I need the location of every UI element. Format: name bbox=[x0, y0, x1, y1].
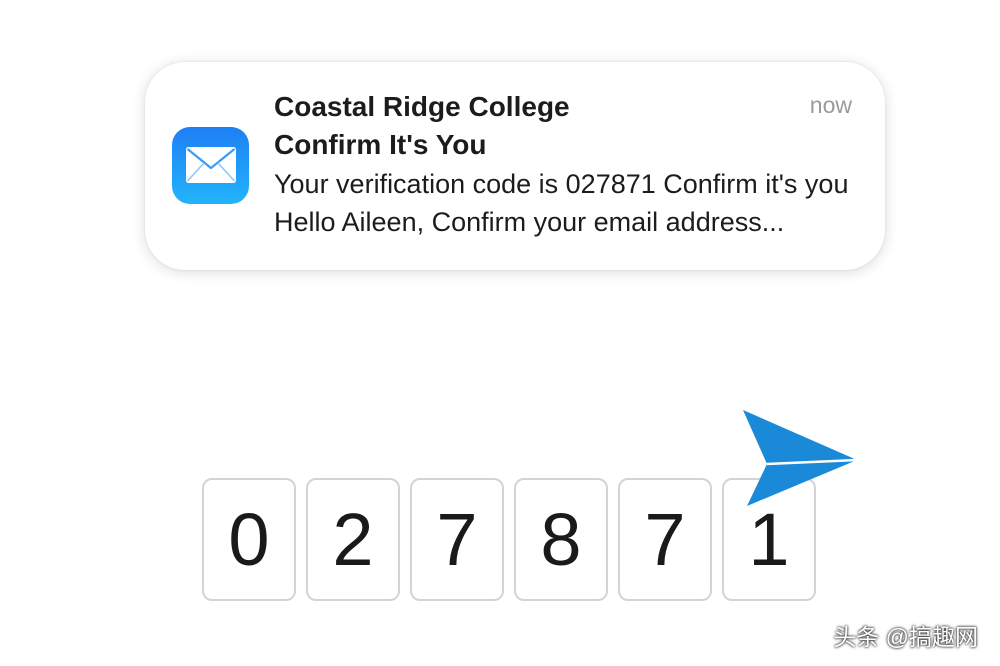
notification-content: Coastal Ridge College Confirm It's You Y… bbox=[274, 88, 864, 241]
notification-sender: Coastal Ridge College bbox=[274, 91, 570, 122]
code-digit-2[interactable]: 2 bbox=[306, 478, 400, 601]
mail-icon bbox=[172, 127, 249, 204]
notification-preview: Your verification code is 027871 Confirm… bbox=[274, 169, 849, 237]
verification-code-boxes: 0 2 7 8 7 1 bbox=[202, 478, 816, 601]
mail-notification[interactable]: Coastal Ridge College Confirm It's You Y… bbox=[145, 62, 885, 270]
notification-subject: Confirm It's You bbox=[274, 129, 487, 160]
paper-plane-icon bbox=[741, 408, 861, 515]
code-digit-5[interactable]: 7 bbox=[618, 478, 712, 601]
code-digit-3[interactable]: 7 bbox=[410, 478, 504, 601]
watermark: 头条 @搞趣网 bbox=[833, 624, 978, 650]
notification-timestamp: now bbox=[809, 92, 852, 118]
code-digit-1[interactable]: 0 bbox=[202, 478, 296, 601]
code-digit-4[interactable]: 8 bbox=[514, 478, 608, 601]
